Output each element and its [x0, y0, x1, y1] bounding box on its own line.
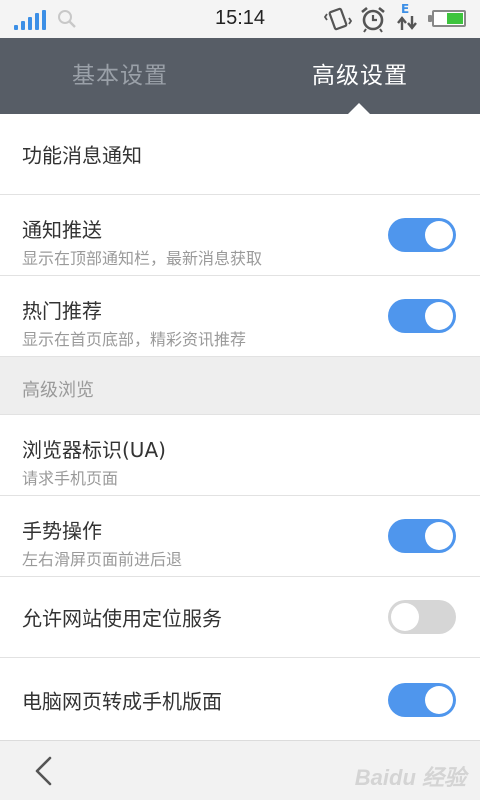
baidu-watermark: Baidu 经验 [354, 765, 466, 790]
row-subtitle: 左右滑屏页面前进后退 [22, 550, 183, 569]
bottom-navigation-bar: Baidu 经验 [0, 740, 480, 800]
row-title: 浏览器标识(UA) [22, 438, 166, 462]
row-hot-recommendations[interactable]: 热门推荐 显示在首页底部，精彩资讯推荐 [0, 276, 480, 357]
network-data-icon: E [396, 2, 418, 33]
section-header-advanced-browsing: 高级浏览 [0, 357, 480, 415]
location-service-toggle[interactable] [388, 600, 456, 634]
row-push-notifications[interactable]: 通知推送 显示在顶部通知栏，最新消息获取 [0, 195, 480, 276]
row-gestures[interactable]: 手势操作 左右滑屏页面前进后退 [0, 496, 480, 577]
section-label: 高级浏览 [22, 380, 94, 401]
push-notifications-toggle[interactable] [388, 218, 456, 252]
row-title: 热门推荐 [22, 299, 102, 323]
row-title: 功能消息通知 [22, 143, 142, 168]
toggle-knob [425, 522, 453, 550]
row-subtitle: 显示在顶部通知栏，最新消息获取 [22, 249, 263, 268]
mobile-view-toggle[interactable] [388, 682, 456, 717]
back-arrow-icon[interactable] [30, 755, 60, 787]
toggle-knob [425, 221, 453, 249]
settings-tab-bar: 基本设置 高级设置 [0, 38, 480, 114]
row-title: 通知推送 [22, 218, 102, 242]
status-bar: 15:14 E [0, 0, 480, 38]
row-title: 手势操作 [22, 519, 102, 543]
row-location-service[interactable]: 允许网站使用定位服务 [0, 577, 480, 658]
tab-basic-settings[interactable]: 基本设置 [0, 38, 240, 114]
row-feature-notifications[interactable]: 功能消息通知 [0, 114, 480, 195]
row-user-agent[interactable]: 浏览器标识(UA) 请求手机页面 [0, 415, 480, 496]
row-mobile-view[interactable]: 电脑网页转成手机版面 [0, 658, 480, 741]
gestures-toggle[interactable] [388, 519, 456, 553]
row-subtitle: 显示在首页底部，精彩资讯推荐 [22, 330, 247, 349]
alarm-icon [361, 6, 385, 33]
toggle-knob [425, 302, 453, 330]
row-title: 允许网站使用定位服务 [22, 606, 222, 631]
settings-list: 功能消息通知 通知推送 显示在顶部通知栏，最新消息获取 热门推荐 显示在首页底部… [0, 114, 480, 741]
vibrate-icon [324, 7, 352, 31]
row-title: 电脑网页转成手机版面 [22, 689, 222, 713]
battery-icon [428, 10, 466, 27]
toggle-knob [425, 685, 453, 714]
toggle-knob [391, 603, 419, 631]
row-subtitle: 请求手机页面 [22, 469, 119, 488]
active-tab-indicator [348, 103, 370, 114]
hot-recommendations-toggle[interactable] [388, 299, 456, 333]
